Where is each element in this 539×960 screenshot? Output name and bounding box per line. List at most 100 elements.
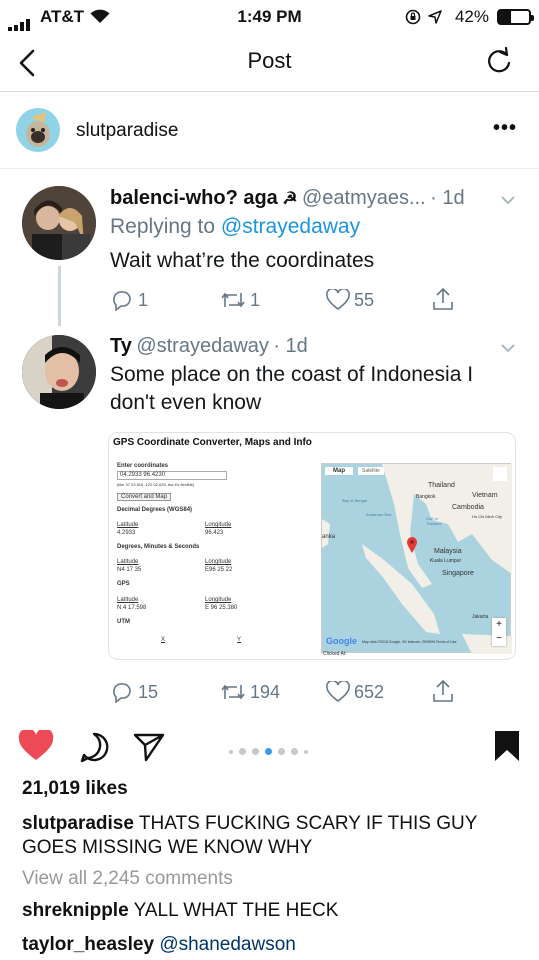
tweet2-like-count: 652: [354, 682, 385, 702]
map-label-bay: Bay of Bengal: [342, 498, 367, 503]
carousel-dot: [252, 748, 259, 756]
tweet2-avatar: [22, 335, 96, 409]
bookmark-icon[interactable]: [494, 730, 520, 762]
card-lon-dms: E96 25 22: [205, 567, 233, 573]
tweet2-text: Some place on the coast of Indonesia I d…: [110, 363, 474, 414]
share-icon: [433, 287, 453, 310]
card-dms-label: Degrees, Minutes & Seconds: [117, 544, 200, 550]
comment-username[interactable]: taylor_heasley: [22, 934, 154, 955]
status-bar: AT&T 1:49 PM 42%: [0, 0, 539, 34]
refresh-icon[interactable]: [485, 46, 513, 76]
comment-item: shreknipple YALL WHAT THE HECK: [22, 900, 338, 922]
post-header: slutparadise •••: [0, 93, 539, 168]
page-title: Post: [247, 48, 292, 73]
tweet2-chevron-down-icon: [501, 344, 515, 353]
view-all-comments-link[interactable]: View all 2,245 comments: [22, 868, 233, 890]
card-lat-label-2: Latitude: [117, 559, 139, 565]
heart-outline-icon: [326, 681, 350, 703]
post-username[interactable]: slutparadise: [76, 120, 178, 142]
map-label-cambodia: Cambodia: [452, 504, 484, 511]
tweet2-actions: 15 194 652: [110, 679, 470, 709]
card-dd-label: Decimal Degrees (WGS84): [117, 507, 193, 513]
replying-handle: @strayedaway: [220, 215, 361, 238]
map-label-jakarta: Jakarta: [472, 614, 489, 620]
post-image: balenci-who? aga ☭ @eatmyaes... · 1d Rep…: [0, 168, 539, 724]
tweet1-header: balenci-who? aga ☭ @eatmyaes... · 1d: [110, 187, 465, 210]
post-action-bar: [0, 725, 539, 770]
carousel-dot: [278, 748, 285, 756]
map-label-kl: Kuala Lumpur: [430, 558, 462, 564]
tweet2-reply-count: 15: [138, 682, 159, 702]
map-label-bangkok: Bangkok: [416, 494, 436, 500]
comment-text[interactable]: @shanedawson: [159, 934, 296, 955]
tweet1-handle: @eatmyaes...: [301, 187, 426, 209]
carousel-dot: [229, 749, 233, 754]
tweet2-time: · 1d: [273, 335, 308, 357]
tweet1-name: balenci-who? aga: [110, 187, 278, 209]
battery-icon: [497, 9, 534, 25]
card-lon-label-3: Longitude: [205, 597, 232, 603]
card-clicked-label: Clicked At:: [323, 651, 347, 657]
card-lat-gps: N 4 17.598: [117, 605, 147, 611]
tweet2-retweet-count: 194: [250, 682, 281, 702]
tweet1-reply-count: 1: [138, 290, 149, 310]
comment-item: taylor_heasley @shanedawson: [22, 934, 296, 956]
map-label-thailand: Thailand: [428, 482, 455, 489]
card-map: Map Satellite Thailand Bangkok Bay of Be…: [321, 463, 512, 654]
map-pin-icon: [407, 537, 417, 553]
card-y-label: Y: [237, 637, 242, 643]
navigation-bar: Post: [0, 34, 539, 92]
like-count[interactable]: 21,019 likes: [22, 778, 128, 800]
card-lon-label-1: Longitude: [205, 522, 232, 528]
post-caption: slutparadise THATS FUCKING SCARY IF THIS…: [22, 812, 522, 860]
card-x-label: X: [161, 637, 166, 643]
tweet1-retweet-count: 1: [250, 290, 261, 310]
card-lon-dd: 96.423: [205, 530, 224, 536]
tweet1-text: Wait what’re the coordinates: [110, 249, 375, 272]
comment-icon[interactable]: [78, 731, 110, 763]
replying-prefix: Replying to: [110, 215, 216, 238]
comment-text: YALL WHAT THE HECK: [133, 900, 339, 921]
map-tab: Map: [325, 467, 353, 475]
map-label-vietnam: Vietnam: [472, 492, 498, 499]
map-attribution: Map data ©2018 Google, SK telecom, ZENRI…: [362, 640, 457, 644]
carousel-dot: [265, 748, 272, 756]
card-enter-label: Enter coordinates: [117, 463, 169, 469]
map-label-lanka: anka: [322, 534, 336, 540]
reply-icon: [113, 683, 131, 703]
card-lon-label-2: Longitude: [205, 559, 232, 565]
map-label-singapore: Singapore: [442, 570, 474, 577]
comment-username[interactable]: shreknipple: [22, 900, 129, 921]
tweet1-replying: Replying to @strayedaway: [110, 213, 360, 241]
tweet2-header: Ty @strayedaway · 1d: [110, 335, 308, 358]
card-convert-button: Convert and Map: [117, 493, 172, 501]
card-title: GPS Coordinate Converter, Maps and Info: [113, 437, 312, 448]
tweet1-like-count: 55: [354, 290, 375, 310]
retweet-icon: [221, 684, 245, 700]
tweet2-name: Ty: [110, 335, 132, 357]
heart-outline-icon: [326, 289, 350, 311]
thread-line: [58, 266, 61, 326]
send-icon[interactable]: [133, 732, 165, 762]
satellite-tab: Satellite: [358, 467, 384, 475]
lock-rotation-icon: [405, 9, 421, 25]
tweet1-avatar: [22, 186, 96, 260]
tweet2-image-card: GPS Coordinate Converter, Maps and Info …: [108, 432, 516, 660]
caption-username[interactable]: slutparadise: [22, 813, 134, 834]
tweet1-time: · 1d: [430, 187, 465, 209]
map-label-andaman: Andaman Sea: [366, 512, 392, 517]
card-lat-label-1: Latitude: [117, 522, 139, 528]
fullscreen-icon: [493, 467, 507, 481]
card-lat-dms: N4 17 35: [117, 567, 142, 573]
location-icon: [428, 10, 442, 24]
tweet1-actions: 1 1 55: [110, 287, 470, 317]
card-hint: (like 37 23.516 -122 02.625, but it's fl…: [117, 482, 195, 487]
like-heart-icon[interactable]: [18, 730, 54, 762]
google-logo: Google: [326, 636, 357, 646]
share-icon: [433, 679, 453, 702]
carousel-indicator: [226, 743, 316, 756]
avatar[interactable]: [16, 108, 60, 152]
card-lat-label-3: Latitude: [117, 597, 139, 603]
carousel-dot: [239, 748, 246, 756]
more-options-icon[interactable]: •••: [493, 117, 517, 140]
